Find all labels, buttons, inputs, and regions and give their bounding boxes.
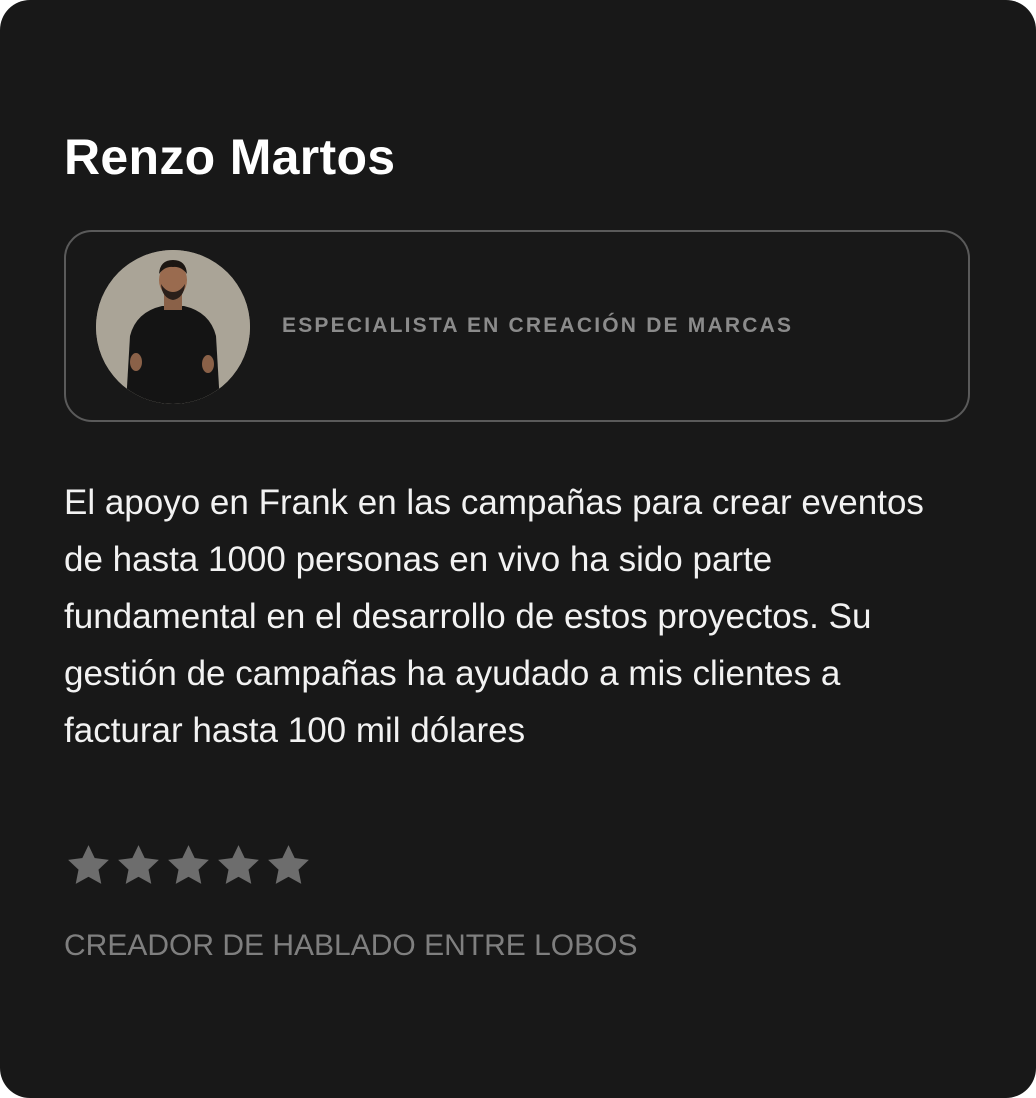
avatar-photo	[96, 250, 250, 404]
reviewer-name: Renzo Martos	[64, 129, 396, 185]
star-icon	[168, 845, 209, 884]
star-icon	[118, 845, 159, 884]
avatar	[96, 250, 250, 404]
star-icon	[268, 845, 309, 884]
star-rating	[66, 843, 311, 889]
reviewer-role: ESPECIALISTA EN CREACIÓN DE MARCAS	[282, 314, 794, 337]
testimonial-text: El apoyo en Frank en las campañas para c…	[64, 483, 924, 750]
testimonial-card: Renzo Martos ESPECIALISTA EN CREACIÓN DE…	[0, 0, 1036, 1098]
reviewer-profile-box: ESPECIALISTA EN CREACIÓN DE MARCAS	[64, 230, 970, 422]
star-icon	[218, 845, 259, 884]
author-caption: CREADOR DE HABLADO ENTRE LOBOS	[64, 929, 638, 962]
star-icon	[68, 845, 109, 884]
